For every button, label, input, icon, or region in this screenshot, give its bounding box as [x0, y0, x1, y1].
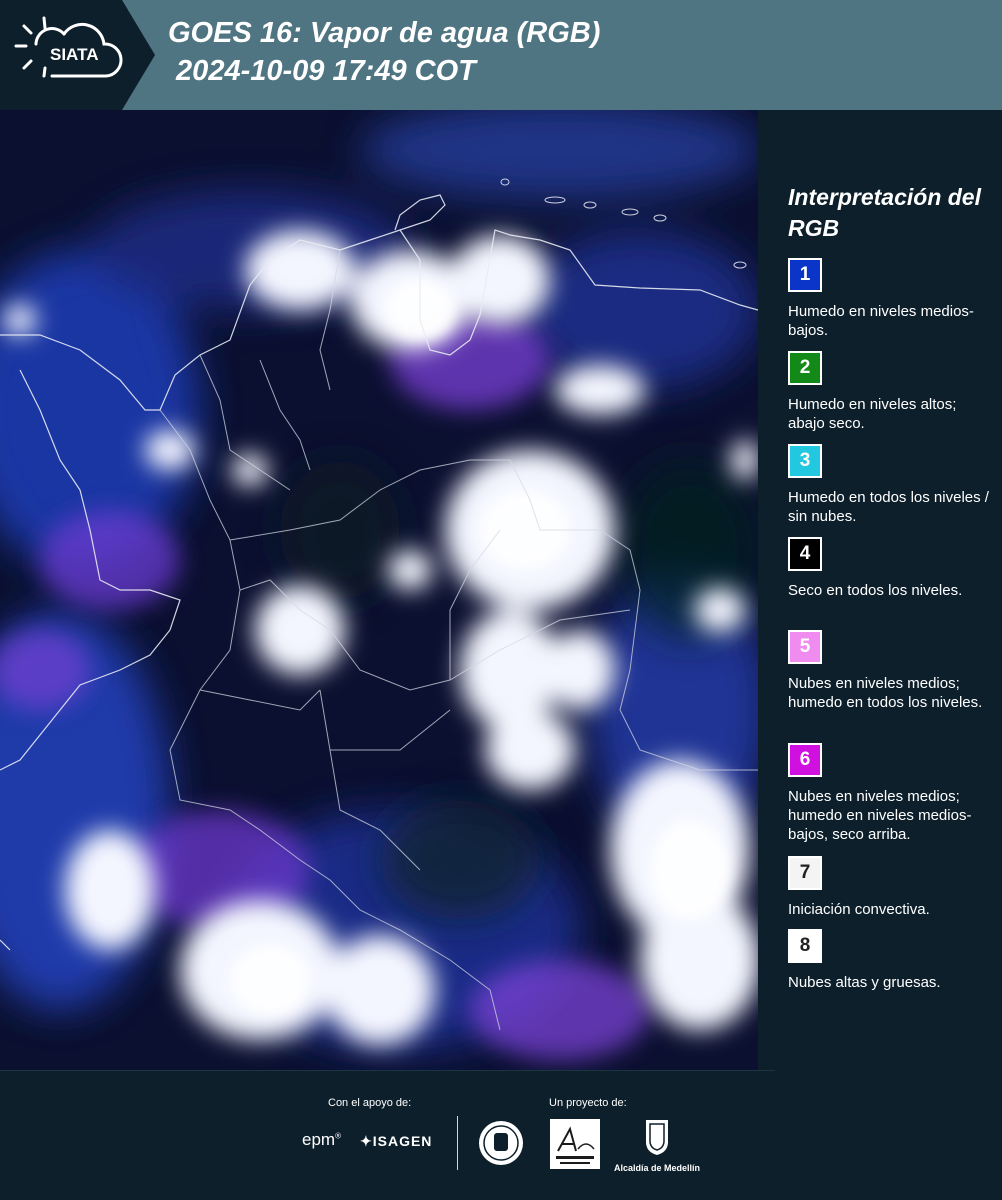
area-metropolitana-logo	[550, 1119, 600, 1169]
footer-divider	[457, 1116, 458, 1170]
legend-item-8: 8 Nubes altas y gruesas.	[788, 929, 993, 992]
support-label: Con el apoyo de:	[328, 1097, 412, 1109]
legend-text-5: Nubes en niveles medios; humedo en todos…	[788, 675, 983, 711]
legend-swatch-2: 2	[788, 351, 822, 385]
legend-text-2: Humedo en niveles altos; abajo seco.	[788, 396, 957, 432]
title-line-1: GOES 16: Vapor de agua (RGB)	[168, 17, 601, 49]
legend-swatch-3: 3	[788, 444, 822, 478]
alcaldia-text: Alcaldía de Medellín	[613, 1163, 701, 1173]
isagen-logo: ✦ISAGEN	[360, 1133, 433, 1149]
alcaldia-medellin-logo: Alcaldía de Medellín	[612, 1118, 702, 1173]
footer: Con el apoyo de: Un proyecto de: epm® ✦I…	[0, 1070, 1002, 1200]
legend-swatch-7: 7	[788, 856, 822, 890]
legend-item-3: 3 Humedo en todos los niveles / sin nube…	[788, 444, 993, 526]
medellin-seal-icon	[479, 1121, 523, 1165]
legend-swatch-6: 6	[788, 743, 822, 777]
page-title: GOES 16: Vapor de agua (RGB) 2024-10-09 …	[168, 14, 600, 90]
header: SIATA GOES 16: Vapor de agua (RGB) 2024-…	[0, 0, 1002, 110]
legend-title: Interpretación del RGB	[788, 184, 981, 241]
legend-item-6: 6 Nubes en niveles medios; humedo en niv…	[788, 743, 993, 844]
legend-swatch-1: 1	[788, 258, 822, 292]
legend-text-8: Nubes altas y gruesas.	[788, 974, 941, 991]
legend-swatch-8: 8	[788, 929, 822, 963]
legend-item-4: 4 Seco en todos los niveles.	[788, 537, 993, 600]
legend-text-7: Iniciación convectiva.	[788, 901, 930, 918]
legend-panel: Interpretación del RGB 1 Humedo en nivel…	[758, 110, 1002, 1070]
epm-logo-text: epm	[302, 1130, 336, 1149]
siata-logo-text: SIATA	[50, 45, 98, 64]
logo-panel: SIATA	[0, 0, 155, 110]
project-label: Un proyecto de:	[549, 1097, 627, 1109]
legend-item-5: 5 Nubes en niveles medios; humedo en tod…	[788, 630, 993, 712]
legend-swatch-5: 5	[788, 630, 822, 664]
legend-item-7: 7 Iniciación convectiva.	[788, 856, 993, 919]
legend-text-4: Seco en todos los niveles.	[788, 582, 963, 599]
coat-of-arms-icon	[646, 1120, 668, 1155]
legend-swatch-4: 4	[788, 537, 822, 571]
title-line-2: 2024-10-09 17:49 COT	[168, 55, 476, 87]
siata-logo: SIATA	[14, 16, 123, 78]
isagen-logo-text: ISAGEN	[372, 1133, 433, 1149]
legend-text-6: Nubes en niveles medios; humedo en nivel…	[788, 788, 972, 843]
satellite-image	[0, 110, 758, 1070]
footer-divider-line	[0, 1070, 775, 1071]
epm-logo: epm®	[302, 1130, 341, 1149]
legend-text-3: Humedo en todos los niveles / sin nubes.	[788, 489, 989, 525]
legend-text-1: Humedo en niveles medios-bajos.	[788, 303, 974, 339]
legend-item-1: 1 Humedo en niveles medios-bajos.	[788, 258, 993, 340]
legend-item-2: 2 Humedo en niveles altos; abajo seco.	[788, 351, 993, 433]
